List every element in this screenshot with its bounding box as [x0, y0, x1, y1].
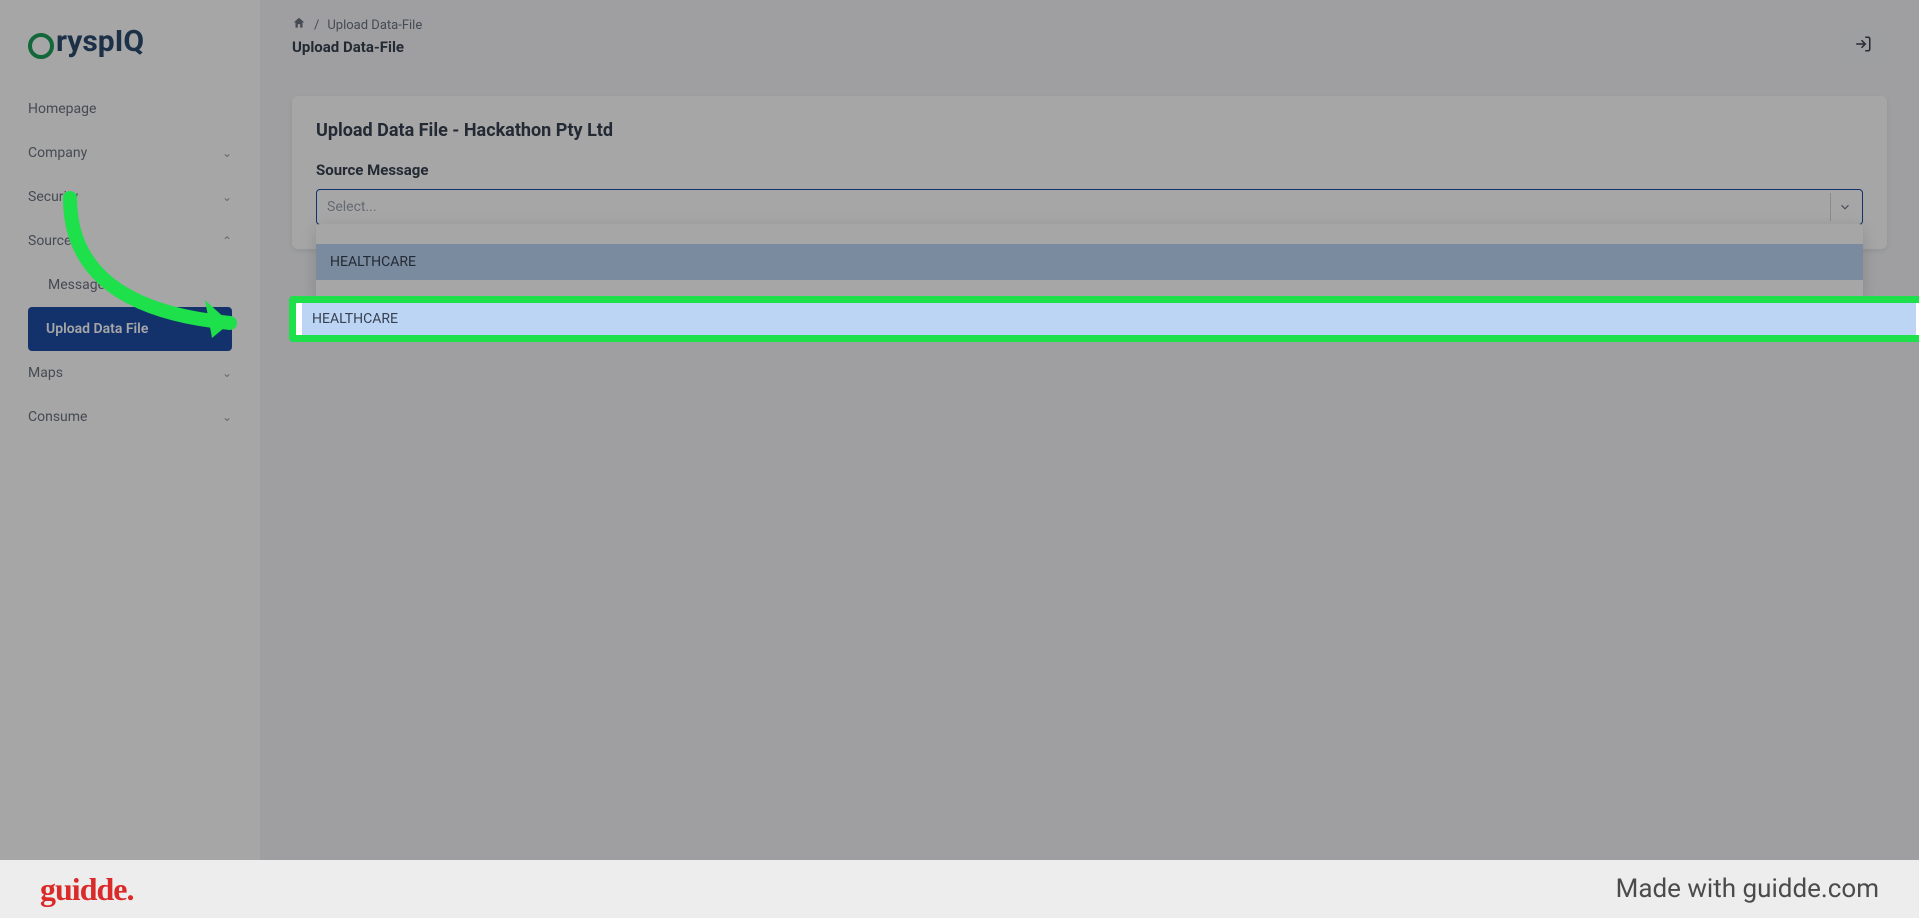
breadcrumb: / Upload Data-File [292, 16, 1887, 34]
chevron-down-icon: ⌄ [222, 410, 232, 424]
field-label-source-message: Source Message [316, 161, 1863, 179]
sidebar-item-label: Consume [28, 409, 87, 425]
sidebar-item-security[interactable]: Security ⌄ [0, 175, 260, 219]
dropdown-panel: HEALTHCARE [316, 224, 1863, 300]
dropdown-option[interactable] [316, 280, 1863, 294]
chevron-down-icon: ⌄ [222, 190, 232, 204]
logout-icon [1854, 35, 1872, 57]
dropdown-option-healthcare-highlight: HEALTHCARE [302, 303, 1916, 335]
annotation-cutout: HEALTHCARE [296, 300, 1919, 338]
main-content: / Upload Data-File Upload Data-File Uplo… [260, 0, 1919, 860]
sidebar-item-label: Company [28, 145, 87, 161]
guidde-logo: guidde. [40, 871, 133, 908]
sidebar-item-label: Source [28, 233, 71, 249]
sidebar-item-label: Messages [48, 277, 112, 293]
sidebar-item-label: Maps [28, 365, 63, 381]
chevron-down-icon: ⌄ [222, 146, 232, 160]
sidebar-item-maps[interactable]: Maps ⌄ [0, 351, 260, 395]
source-message-select[interactable]: Select... [316, 189, 1863, 225]
logout-button[interactable] [1839, 28, 1887, 64]
dropdown-option-healthcare[interactable]: HEALTHCARE [316, 244, 1863, 280]
sidebar-item-messages[interactable]: Messages [0, 263, 260, 307]
sidebar-item-label: Upload Data File [46, 321, 148, 337]
sidebar-item-label: Homepage [28, 101, 96, 117]
upload-card: Upload Data File - Hackathon Pty Ltd Sou… [292, 96, 1887, 249]
breadcrumb-current: Upload Data-File [327, 18, 422, 33]
chevron-down-icon [1830, 193, 1858, 221]
page-title: Upload Data-File [292, 38, 1887, 56]
home-icon[interactable] [292, 16, 306, 34]
dropdown-option[interactable] [316, 230, 1863, 244]
app-logo: ryspIQ [0, 24, 260, 79]
footer: guidde. Made with guidde.com [0, 860, 1919, 918]
sidebar-item-label: Security [28, 189, 78, 205]
breadcrumb-separator: / [314, 18, 319, 33]
chevron-down-icon: ⌄ [222, 366, 232, 380]
dropdown-option-label: HEALTHCARE [330, 254, 416, 270]
sidebar-item-consume[interactable]: Consume ⌄ [0, 395, 260, 439]
card-title: Upload Data File - Hackathon Pty Ltd [316, 120, 1863, 141]
sidebar-item-upload-data-file[interactable]: Upload Data File [28, 307, 232, 351]
sidebar: ryspIQ Homepage Company ⌄ Security ⌄ Sou… [0, 0, 260, 860]
nav-list: Homepage Company ⌄ Security ⌄ Source ⌃ M… [0, 79, 260, 447]
select-placeholder: Select... [327, 199, 377, 215]
sidebar-item-homepage[interactable]: Homepage [0, 87, 260, 131]
chevron-up-icon: ⌃ [222, 234, 232, 248]
sidebar-item-company[interactable]: Company ⌄ [0, 131, 260, 175]
sidebar-item-source[interactable]: Source ⌃ [0, 219, 260, 263]
made-with-text: Made with guidde.com [1616, 874, 1879, 904]
